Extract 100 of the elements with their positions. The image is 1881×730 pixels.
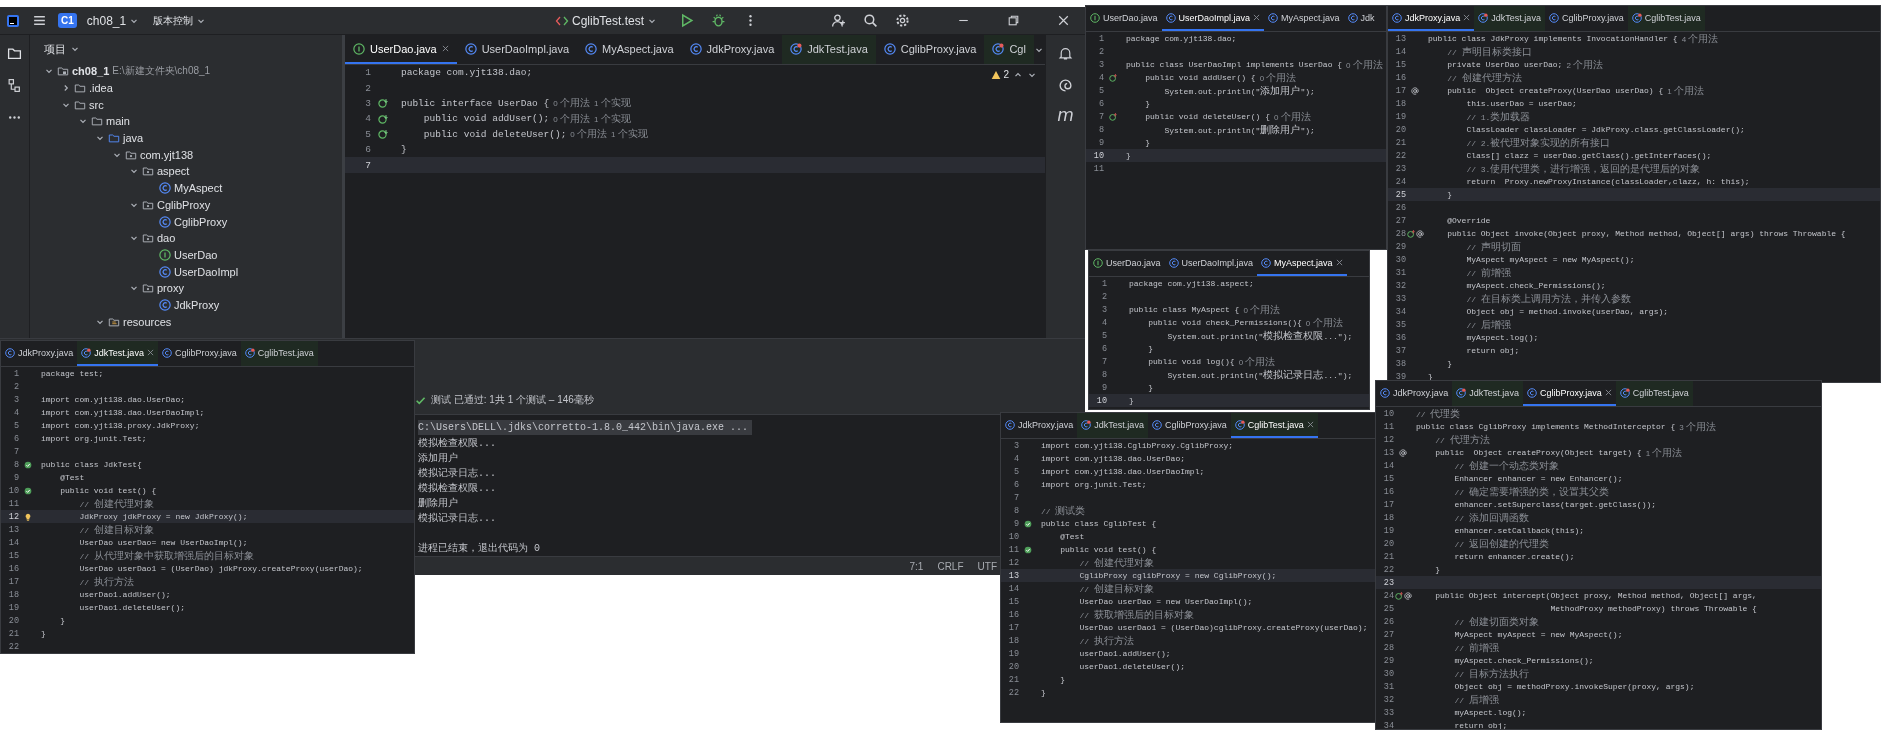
light-bulb-icon[interactable]	[24, 512, 32, 521]
close-icon[interactable]	[146, 349, 154, 356]
file-tab[interactable]: CglibTest.java	[1615, 381, 1693, 406]
bug-icon[interactable]	[710, 13, 726, 28]
status-bar-item[interactable]: CRLF	[937, 560, 964, 572]
run-test-icon[interactable]	[1024, 519, 1032, 528]
line-number: 3	[1012, 440, 1019, 451]
file-tab[interactable]: MyAspect.java	[1257, 251, 1347, 276]
vcs-menu[interactable]: 版本控制	[149, 11, 211, 30]
file-tab[interactable]: UserDao.java	[1086, 6, 1162, 31]
line-number: 10	[1382, 408, 1394, 419]
tree-item[interactable]: UserDao	[174, 248, 218, 261]
file-tab[interactable]: Cgl	[984, 35, 1034, 64]
file-tab[interactable]: CglibProxy.java	[1544, 6, 1628, 31]
run-test-icon[interactable]	[24, 486, 32, 495]
code-comment: // 2.被代理对象实现的所有接口	[1465, 135, 1611, 150]
run-configuration[interactable]: CglibTest.test	[550, 11, 661, 30]
file-tab[interactable]: JdkTest.java	[782, 35, 876, 64]
implementation-icon[interactable]	[378, 113, 388, 124]
code-line: public Object createProxy(Object target) {	[1434, 448, 1642, 457]
menu-icon[interactable]	[31, 13, 47, 28]
file-tab[interactable]: JdkProxy.java	[1, 341, 78, 366]
class-icon	[1168, 257, 1179, 268]
status-bar-item[interactable]: 7:1	[909, 560, 924, 572]
override-icon[interactable]	[1109, 112, 1117, 121]
tree-item[interactable]: java	[123, 132, 144, 145]
tree-item[interactable]: CglibProxy	[157, 198, 211, 211]
tree-item[interactable]: com.yjt138	[140, 148, 194, 161]
inlay-hint: 1 个实现	[593, 111, 631, 126]
file-tab[interactable]: MyAspect.java	[1264, 6, 1344, 31]
file-tab[interactable]: JdkTest.java	[77, 341, 158, 366]
code-line: myAspect.log();	[1465, 333, 1539, 342]
class-icon	[159, 182, 171, 195]
close-icon[interactable]	[1306, 421, 1314, 428]
file-tab[interactable]: CglibProxy.java	[875, 35, 985, 64]
file-tab[interactable]: Jdk	[1343, 6, 1379, 31]
tree-item[interactable]: resources	[123, 315, 172, 328]
console-line: 模拟检查权限...	[418, 436, 496, 450]
run-test-icon[interactable]	[1024, 545, 1032, 554]
file-tab[interactable]: JdkTest.java	[1077, 413, 1148, 438]
console-line: 模拟记录日志...	[418, 511, 496, 525]
tree-item[interactable]: .idea	[89, 82, 113, 95]
file-tab[interactable]: UserDaoImpl.java	[1161, 6, 1265, 31]
file-tab[interactable]: JdkTest.java	[1474, 6, 1545, 31]
file-tab[interactable]: UserDaoImpl.java	[1164, 251, 1258, 276]
override-icon[interactable]	[1406, 229, 1415, 238]
file-tab[interactable]: CglibTest.java	[1627, 6, 1705, 31]
implementation-icon[interactable]	[378, 129, 388, 140]
class-icon	[1151, 419, 1162, 430]
project-view-selector[interactable]: 项目	[44, 41, 66, 57]
tree-item[interactable]: ch08_1	[72, 65, 110, 78]
line-number: 25	[1394, 189, 1406, 200]
implementation-icon[interactable]	[378, 98, 388, 109]
tree-item[interactable]: JdkProxy	[174, 298, 220, 311]
tree-item[interactable]: CglibProxy	[174, 215, 228, 228]
tree-item[interactable]: main	[106, 115, 130, 128]
file-tab[interactable]: CglibTest.java	[240, 341, 318, 366]
structure-icon[interactable]	[7, 77, 22, 93]
close-icon[interactable]	[1604, 389, 1612, 396]
project-switcher[interactable]: ch08_1	[82, 11, 144, 30]
code-line: }	[1059, 675, 1065, 684]
file-tab[interactable]: UserDao.java	[345, 35, 457, 64]
tree-item[interactable]: UserDaoImpl	[174, 265, 239, 278]
close-icon[interactable]	[1463, 14, 1471, 21]
file-tab[interactable]: CglibProxy.java	[1522, 381, 1616, 406]
search-icon[interactable]	[862, 13, 878, 28]
file-tab[interactable]: JdkProxy.java	[681, 35, 783, 64]
spiral-icon[interactable]	[1058, 77, 1073, 93]
inlay-hint: 1 个实现	[611, 127, 648, 142]
close-icon[interactable]	[1335, 259, 1343, 266]
file-tab[interactable]: CglibTest.java	[1230, 413, 1318, 438]
tree-item[interactable]: src	[89, 98, 104, 111]
maven-tool-button[interactable]: m	[1054, 105, 1077, 125]
add-user-icon[interactable]	[830, 13, 846, 28]
warning-count[interactable]: 2	[991, 69, 1009, 80]
tree-item[interactable]: dao	[157, 232, 176, 245]
tree-item[interactable]: aspect	[157, 165, 190, 178]
status-bar-item[interactable]: UTF	[977, 560, 997, 572]
line-number: 17	[1382, 499, 1394, 510]
tree-item[interactable]: MyAspect	[174, 182, 223, 195]
file-tab[interactable]: MyAspect.java	[577, 35, 682, 64]
file-tab[interactable]: JdkProxy.java	[1001, 413, 1078, 438]
line-number: 17	[7, 576, 19, 587]
settings-icon[interactable]	[894, 13, 910, 28]
file-tab[interactable]: UserDaoImpl.java	[456, 35, 578, 64]
file-tab[interactable]: CglibProxy.java	[157, 341, 241, 366]
override-icon[interactable]	[1394, 591, 1403, 600]
line-number: 9	[12, 472, 19, 483]
tree-item[interactable]: proxy	[157, 282, 184, 295]
run-test-icon[interactable]	[24, 460, 32, 469]
file-tab[interactable]: CglibProxy.java	[1147, 413, 1231, 438]
test-class-icon	[1478, 12, 1489, 23]
override-icon[interactable]	[1109, 73, 1117, 82]
file-tab[interactable]: JdkProxy.java	[1376, 381, 1453, 406]
bell-icon[interactable]	[1058, 45, 1073, 61]
close-icon[interactable]	[1253, 14, 1261, 21]
file-tab[interactable]: UserDao.java	[1089, 251, 1165, 276]
file-tab[interactable]: JdkTest.java	[1452, 381, 1523, 406]
line-number: 1	[1097, 33, 1104, 44]
close-icon[interactable]	[441, 45, 449, 52]
